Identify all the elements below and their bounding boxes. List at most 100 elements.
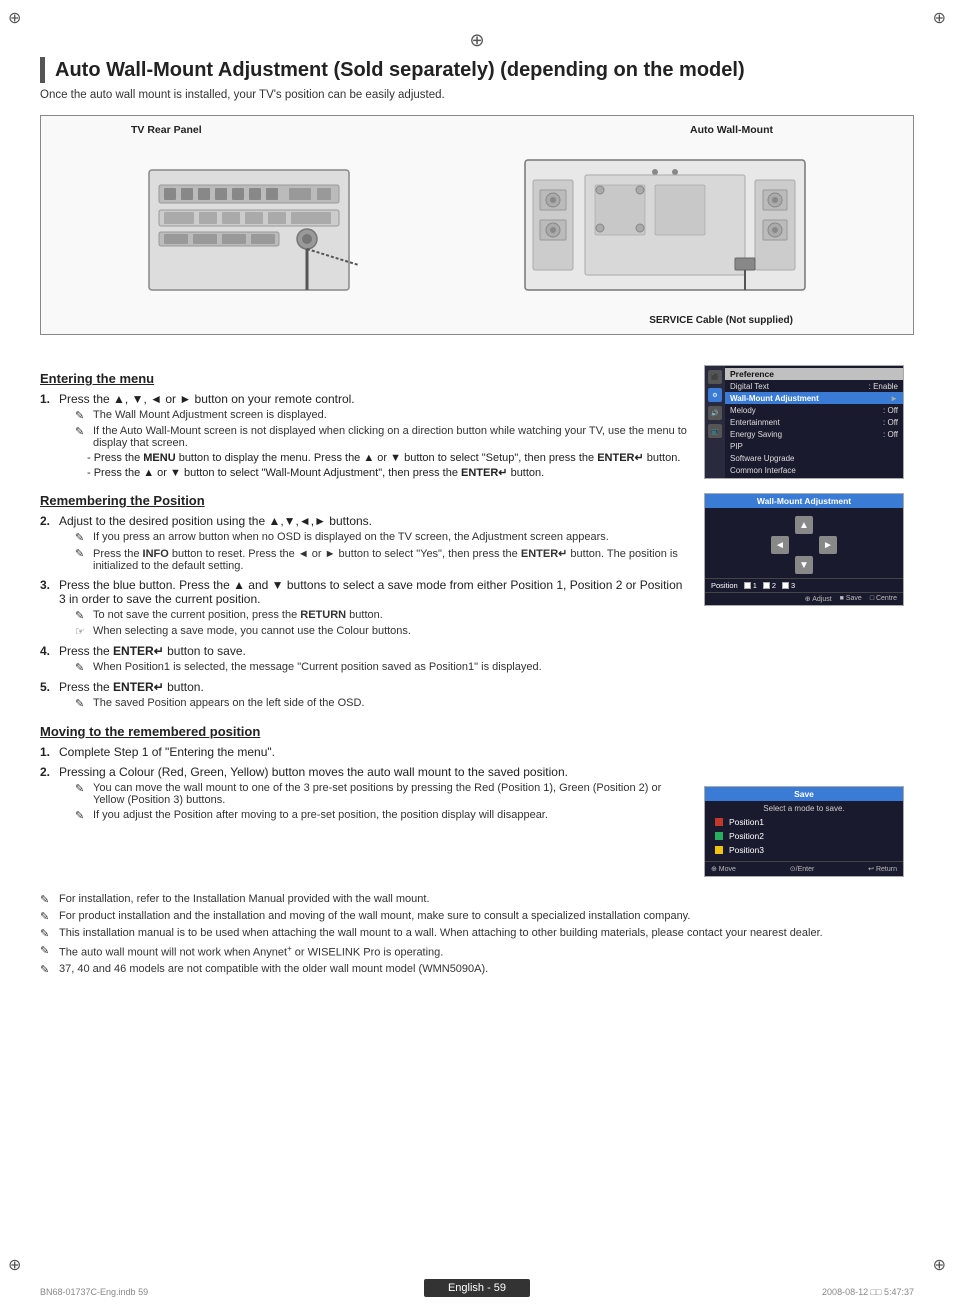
corner-tr-icon: ⊕ [933,8,946,28]
step2-note2: ✎ Press the INFO button to reset. Press … [75,547,688,572]
position3-color-dot [715,846,723,854]
note-icon: ✎ [75,409,89,422]
position1-label: Position1 [729,817,764,827]
wma-footer: ⊕ Adjust ■ Save □ Centre [705,592,903,605]
menu-item-digital-text: Digital Text : Enable [725,380,903,392]
menu-item-pip: PIP [725,440,903,452]
step2-text: Adjust to the desired position using the… [59,514,372,528]
save-subtitle: Select a mode to save. [705,801,903,815]
note-icon: ✎ [40,893,54,906]
wma-footer-adjust: ⊕ Adjust [805,595,832,603]
step1-bullet1: - Press the MENU button to display the m… [87,451,688,464]
moving-step2-note1: ✎ You can move the wall mount to one of … [75,782,688,806]
wall-mount-svg [515,150,815,310]
position3-label: Position3 [729,845,764,855]
sidebar-icon-2: 🔊 [708,406,722,420]
moving-step1-content: Complete Step 1 of "Entering the menu". [59,745,688,759]
step-4: 4. Press the ENTER↵ button to save. ✎ Wh… [40,644,688,674]
moving-list: 1. Complete Step 1 of "Entering the menu… [40,745,688,822]
moving-step-2: 2. Pressing a Colour (Red, Green, Yellow… [40,765,688,822]
section-entering-menu-heading: Entering the menu [40,371,688,386]
note-icon: ✎ [40,910,54,923]
step4-note1: ✎ When Position1 is selected, the messag… [75,661,688,674]
menu-item-energy: Energy Saving : Off [725,428,903,440]
save-footer: ⊕ Move ⊙/Enter ↩ Return [705,861,903,876]
wma-title: Wall-Mount Adjustment [705,494,903,508]
menu-screenshot: ⬛ ⚙ 🔊 📺 Preference Digital Text : Enable… [704,365,904,479]
sidebar-icon-3: 📺 [708,424,722,438]
corner-tl-icon: ⊕ [8,8,21,28]
step-1: 1. Press the ▲, ▼, ◄ or ► button on your… [40,392,688,479]
wma-screenshot: Wall-Mount Adjustment ▲ ◄ ► ▼ Positi [704,493,904,606]
bottom-note-5: ✎ 37, 40 and 46 models are not compatibl… [40,963,914,976]
menu-sidebar: ⬛ ⚙ 🔊 📺 [705,366,725,478]
tv-rear-panel-svg [139,150,359,310]
step1-bullet2: - Press the ▲ or ▼ button to select "Wal… [87,466,688,479]
bottom-note-4: ✎ The auto wall mount will not work when… [40,944,914,959]
diagram-box: TV Rear Panel Auto Wall-Mount [40,115,914,335]
footer-left: BN68-01737C-Eng.indb 59 [40,1287,148,1297]
moving-step1-text: Complete Step 1 of "Entering the menu". [59,745,275,759]
bottom-note-1: ✎ For installation, refer to the Install… [40,893,914,906]
wma-left-arrow: ◄ [771,536,789,554]
note-icon: ✎ [40,944,54,957]
step5-text: Press the ENTER↵ button. [59,680,204,694]
step3-content: Press the blue button. Press the ▲ and ▼… [59,578,688,638]
position1-color-dot [715,818,723,826]
note-icon: ☞ [75,625,89,638]
positions-label: Position [711,581,738,590]
step5-note1: ✎ The saved Position appears on the left… [75,697,688,710]
wma-positions: Position 1 2 3 [705,578,903,592]
step4-content: Press the ENTER↵ button to save. ✎ When … [59,644,688,674]
bottom-notes: ✎ For installation, refer to the Install… [40,893,914,976]
save-item-position3: Position3 [705,843,903,857]
save-footer-return: ↩ Return [868,865,897,873]
save-footer-enter: ⊙/Enter [790,865,815,873]
step1-note1: ✎ The Wall Mount Adjustment screen is di… [75,409,688,422]
main-right: ⬛ ⚙ 🔊 📺 Preference Digital Text : Enable… [704,357,914,877]
step2-num: 2. [40,514,54,528]
menu-item-common: Common Interface [725,464,903,476]
entering-menu-list: 1. Press the ▲, ▼, ◄ or ► button on your… [40,392,688,479]
step1-text: Press the ▲, ▼, ◄ or ► button on your re… [59,392,355,406]
position-3-dot: 3 [782,581,795,590]
note-icon: ✎ [40,927,54,940]
step2-content: Adjust to the desired position using the… [59,514,688,572]
wma-up-row: ▲ [795,516,813,534]
save-item-position2: Position2 [705,829,903,843]
corner-bl-icon: ⊕ [8,1255,21,1275]
step4-num: 4. [40,644,54,658]
section-moving-heading: Moving to the remembered position [40,724,688,739]
wma-right-arrow: ► [819,536,837,554]
note-icon: ✎ [75,697,89,710]
step3-note1: ✎ To not save the current position, pres… [75,609,688,622]
top-crosshair-icon: ⊕ [469,30,484,50]
note-icon: ✎ [75,609,89,622]
note-icon: ✎ [75,531,89,544]
wma-footer-save: ■ Save [840,595,862,603]
menu-main: Preference Digital Text : Enable Wall-Mo… [725,366,903,478]
step5-num: 5. [40,680,54,694]
moving-step2-text: Pressing a Colour (Red, Green, Yellow) b… [59,765,568,779]
diagram-label-wall: Auto Wall-Mount [690,124,773,136]
menu-tab: ⬛ ⚙ 🔊 📺 Preference Digital Text : Enable… [705,366,903,478]
main-content: Entering the menu 1. Press the ▲, ▼, ◄ o… [40,357,914,877]
step5-content: Press the ENTER↵ button. ✎ The saved Pos… [59,680,688,710]
page-subtitle: Once the auto wall mount is installed, y… [40,89,914,101]
main-left: Entering the menu 1. Press the ▲, ▼, ◄ o… [40,357,688,877]
sidebar-icon-active: ⚙ [708,388,722,402]
position2-color-dot [715,832,723,840]
diagram-label-service: SERVICE Cable (Not supplied) [649,315,793,326]
wma-arrows: ▲ ◄ ► ▼ [705,508,903,578]
step1-note2: ✎ If the Auto Wall-Mount screen is not d… [75,425,688,449]
step3-text: Press the blue button. Press the ▲ and ▼… [59,578,682,606]
remembering-list: 2. Adjust to the desired position using … [40,514,688,710]
corner-br-icon: ⊕ [933,1255,946,1275]
note-icon: ✎ [75,809,89,822]
step-2: 2. Adjust to the desired position using … [40,514,688,572]
moving-step-1: 1. Complete Step 1 of "Entering the menu… [40,745,688,759]
diagram-label-tv: TV Rear Panel [131,124,202,136]
page-title: Auto Wall-Mount Adjustment (Sold separat… [40,57,914,83]
step-3: 3. Press the blue button. Press the ▲ an… [40,578,688,638]
menu-item-entertainment: Entertainment : Off [725,416,903,428]
